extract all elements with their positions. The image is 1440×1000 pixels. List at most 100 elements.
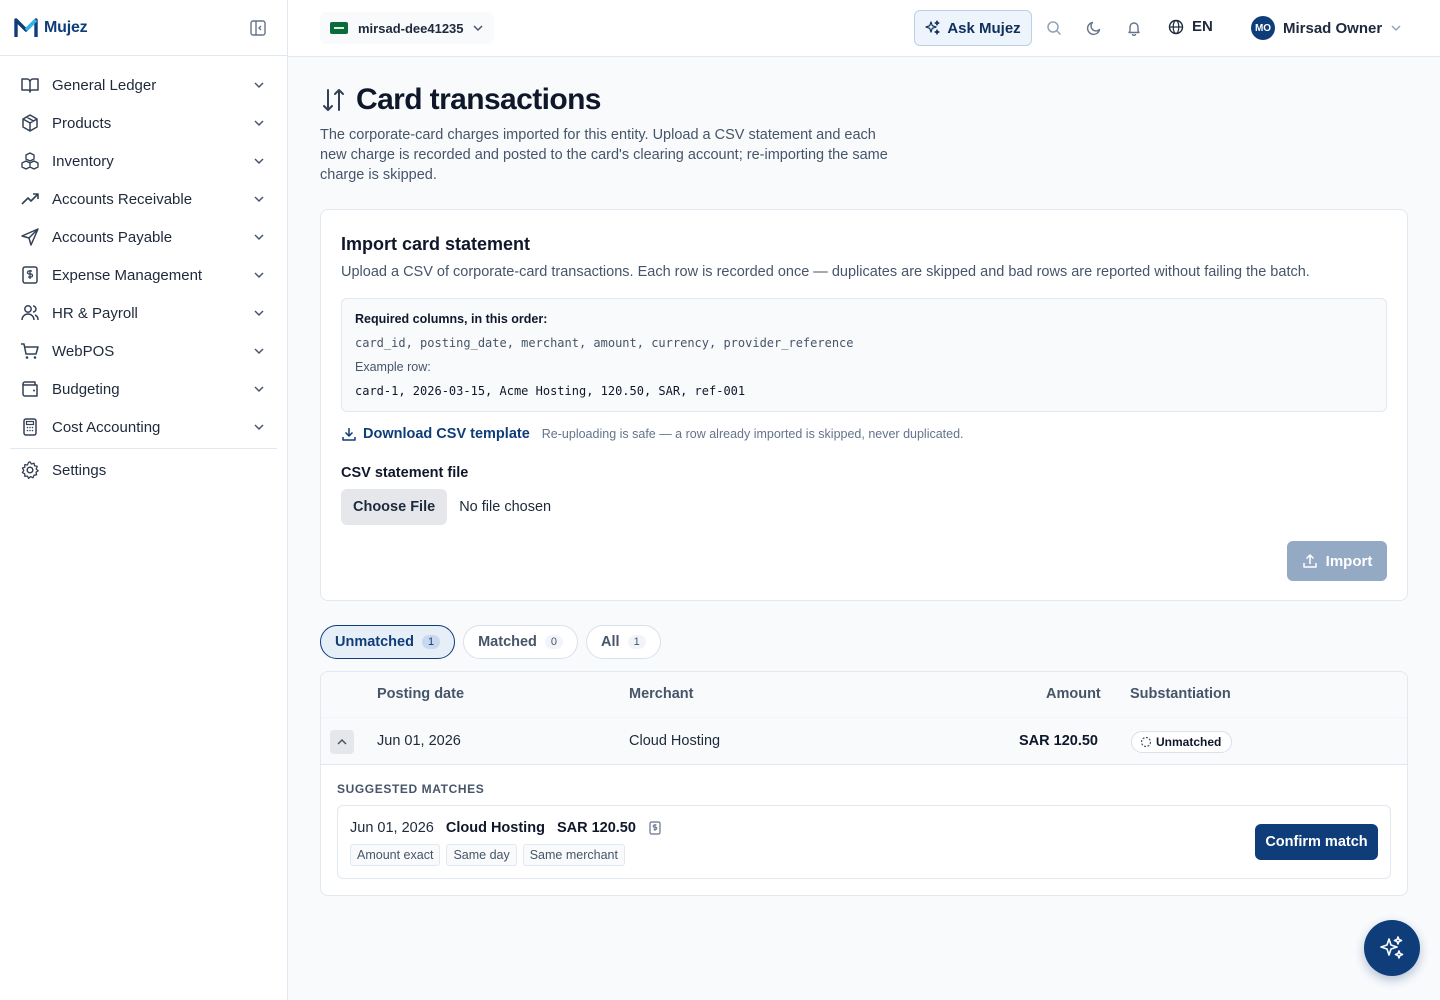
gear-icon [21, 461, 39, 480]
tab-all[interactable]: All 1 [586, 625, 661, 659]
tab-count: 1 [627, 635, 646, 649]
tab-count: 1 [421, 635, 441, 649]
boxes-icon [21, 152, 39, 170]
match-reasons: Amount exact Same day Same merchant [350, 844, 625, 866]
status-badge: Unmatched [1131, 731, 1233, 753]
example-row-label: Example row: [355, 360, 431, 374]
user-name: Mirsad Owner [1283, 19, 1383, 37]
filter-tabs: Unmatched 1 Matched 0 All 1 [320, 625, 661, 659]
sidebar-item-settings[interactable]: Settings [0, 451, 287, 489]
wallet-icon [22, 381, 38, 397]
chevron-down-icon [254, 196, 264, 203]
download-row: Download CSV template Re-uploading is sa… [341, 426, 964, 442]
required-columns-box: Required columns, in this order: card_id… [341, 298, 1387, 412]
sidebar-item-label: Products [52, 114, 112, 132]
match-reason-chip: Same day [446, 844, 517, 866]
saudi-flag-icon [330, 22, 348, 34]
transactions-table: Posting date Merchant Amount Substantiat… [320, 671, 1408, 896]
settings-label: Settings [52, 461, 107, 479]
chevron-down-icon [1391, 25, 1401, 32]
tab-label: Unmatched [335, 634, 414, 650]
sparkles-icon [1380, 936, 1404, 959]
collapse-sidebar-icon[interactable] [249, 19, 267, 37]
ai-assistant-fab[interactable] [1364, 920, 1420, 976]
sidebar-item-accounts-payable[interactable]: Accounts Payable [0, 218, 287, 256]
chevron-down-icon [254, 348, 264, 355]
suggested-match: Jun 01, 2026 Cloud Hosting SAR 120.50 Am… [337, 805, 1391, 879]
reupload-note: Re-uploading is safe — a row already imp… [541, 427, 964, 441]
ask-mujez-button[interactable]: Ask Mujez [914, 10, 1032, 46]
mujez-logo-icon[interactable] [14, 16, 38, 40]
main-content: Card transactions The corporate-card cha… [288, 57, 1440, 1000]
download-csv-template-link[interactable]: Download CSV template [363, 426, 530, 442]
column-header-posting-date[interactable]: Posting date [377, 686, 464, 702]
status-label: Unmatched [1156, 735, 1222, 749]
sidebar-item-general-ledger[interactable]: General Ledger [0, 66, 287, 104]
entity-name: mirsad-dee41235 [358, 20, 464, 36]
sidebar: Mujez General Ledger Products Inventory … [0, 0, 288, 1000]
sidebar-item-label: Accounts Receivable [52, 190, 193, 208]
file-input: Choose File No file chosen [341, 489, 551, 525]
column-header-substantiation[interactable]: Substantiation [1130, 686, 1231, 702]
sidebar-header: Mujez [0, 0, 287, 56]
sidebar-item-accounts-receivable[interactable]: Accounts Receivable [0, 180, 287, 218]
language-selector[interactable]: EN [1168, 18, 1213, 35]
suggestion-amount: SAR 120.50 [556, 820, 636, 836]
user-menu[interactable]: MO Mirsad Owner [1251, 16, 1402, 40]
arrows-up-down-icon [323, 89, 344, 111]
sidebar-item-label: Inventory [52, 152, 114, 170]
sidebar-item-cost-accounting[interactable]: Cost Accounting [0, 408, 287, 446]
receipt-icon [649, 821, 661, 835]
search-icon[interactable] [1046, 20, 1062, 36]
sidebar-item-products[interactable]: Products [0, 104, 287, 142]
chevron-up-icon [337, 738, 347, 745]
upload-icon [1302, 554, 1317, 568]
choose-file-button[interactable]: Choose File [341, 489, 448, 525]
match-reason-chip: Amount exact [350, 844, 441, 866]
csv-file-label: CSV statement file [341, 465, 469, 481]
tab-count: 0 [544, 635, 564, 649]
cart-icon [21, 343, 39, 359]
tab-matched[interactable]: Matched 0 [463, 625, 579, 659]
collapse-row-button[interactable] [330, 730, 354, 754]
required-columns-heading: Required columns, in this order: [355, 312, 548, 326]
confirm-match-button[interactable]: Confirm match [1255, 824, 1378, 860]
sidebar-item-hr-payroll[interactable]: HR & Payroll [0, 294, 287, 332]
bell-icon[interactable] [1126, 20, 1142, 36]
chevron-down-icon [254, 82, 264, 89]
chevron-down-icon [254, 272, 264, 279]
import-button[interactable]: Import [1287, 541, 1387, 581]
column-header-merchant[interactable]: Merchant [629, 686, 693, 702]
chevron-down-icon [254, 120, 264, 127]
language-label: EN [1192, 18, 1213, 35]
suggestion-date: Jun 01, 2026 [350, 820, 434, 836]
chevron-down-icon [254, 234, 264, 241]
package-icon [22, 114, 38, 132]
entity-selector[interactable]: mirsad-dee41235 [320, 12, 494, 44]
download-icon [342, 428, 356, 441]
sidebar-item-label: Accounts Payable [52, 228, 173, 246]
example-row: card-1, 2026-03-15, Acme Hosting, 120.50… [355, 384, 746, 398]
suggested-matches-title: SUGGESTED MATCHES [337, 782, 485, 796]
sidebar-item-label: Cost Accounting [52, 418, 161, 436]
ask-mujez-label: Ask Mujez [947, 19, 1021, 37]
suggestion-summary: Jun 01, 2026 Cloud Hosting SAR 120.50 [350, 820, 662, 836]
table-header: Posting date Merchant Amount Substantiat… [321, 672, 1407, 717]
sidebar-item-label: HR & Payroll [52, 304, 138, 322]
import-card-title: Import card statement [341, 234, 531, 254]
column-header-amount[interactable]: Amount [1046, 686, 1101, 702]
brand-name[interactable]: Mujez [44, 19, 88, 37]
table-row[interactable]: Jun 01, 2026 Cloud Hosting SAR 120.50 Un… [321, 717, 1407, 765]
chevron-down-icon [472, 25, 483, 32]
sidebar-item-expense-management[interactable]: Expense Management [0, 256, 287, 294]
sidebar-item-webpos[interactable]: WebPOS [0, 332, 287, 370]
sidebar-item-inventory[interactable]: Inventory [0, 142, 287, 180]
tab-unmatched[interactable]: Unmatched 1 [320, 625, 456, 659]
sidebar-item-budgeting[interactable]: Budgeting [0, 370, 287, 408]
chevron-down-icon [254, 386, 264, 393]
file-status: No file chosen [459, 499, 552, 515]
send-icon [21, 228, 39, 246]
moon-icon[interactable] [1086, 20, 1102, 36]
receipt-icon [22, 266, 38, 284]
merchant-cell: Cloud Hosting [629, 733, 721, 749]
